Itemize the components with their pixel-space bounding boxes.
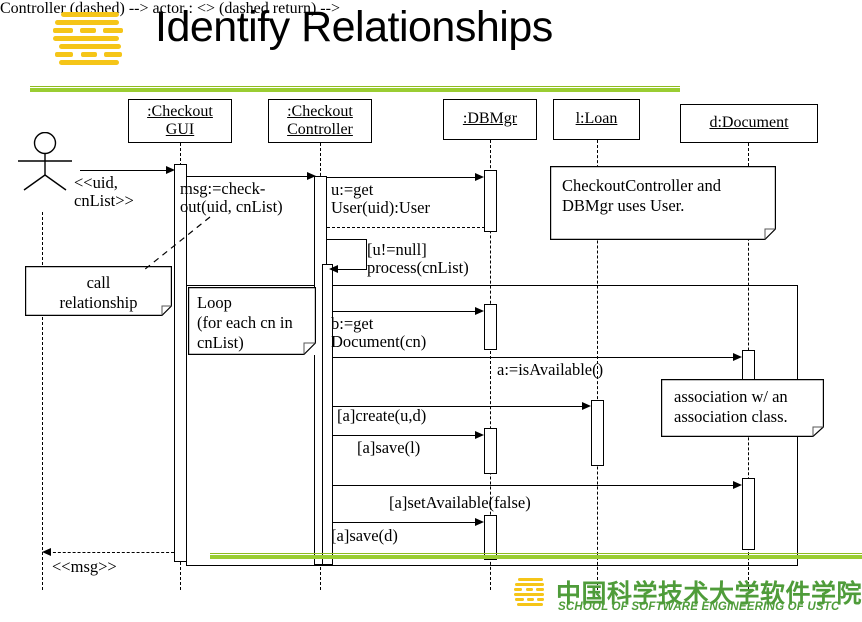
top-divider	[30, 86, 680, 92]
activation-dbmgr-get-document	[484, 304, 497, 350]
activation-loan-create	[591, 400, 604, 466]
message-arrowhead-get-document	[475, 306, 484, 315]
message-label-save-loan: [a]save(l)	[357, 438, 421, 457]
lifeline-label-controller-2: Controller	[287, 121, 353, 138]
activation-controller-nested	[322, 264, 333, 565]
activation-dbmgr-get-user	[484, 170, 497, 232]
note-association-class[interactable]: association w/ an association class.	[661, 379, 824, 437]
message-arrowhead-is-available	[733, 352, 742, 361]
note-text-call-relationship: call relationship	[59, 273, 138, 312]
message-label-uid-cnlist: <<uid, cnList>>	[74, 173, 134, 211]
message-line-get-user	[327, 177, 477, 178]
message-label-process: [u!=null] process(cnList)	[367, 240, 469, 278]
message-label-save-document: [a]save(d)	[331, 526, 398, 545]
message-arrowhead-create-loan	[582, 401, 591, 410]
message-label-create-loan: [a]create(u,d)	[337, 406, 427, 425]
lifeline-header-dbmgr[interactable]: :DBMgr	[443, 99, 537, 140]
message-arrowhead-process	[329, 264, 338, 273]
message-label-msg-return: <<msg>>	[52, 557, 117, 576]
note-connector-call-relationship	[143, 216, 211, 271]
lifeline-header-controller[interactable]: :Checkout Controller	[268, 99, 372, 143]
note-text-association-class: association w/ an association class.	[674, 387, 788, 426]
message-label-checkout: msg:=check- out(uid, cnList)	[180, 179, 283, 217]
message-label-get-document: b:=get Document(cn)	[331, 314, 427, 352]
lifeline-label-dbmgr: :DBMgr	[462, 110, 518, 128]
ustc-sse-logo-icon	[53, 12, 123, 65]
slide-title-bar: Identify Relationships	[0, 0, 862, 80]
message-arrowhead-set-available	[733, 480, 742, 489]
note-text-loop-condition: Loop (for each cn in cnList)	[197, 293, 293, 352]
message-line-save-loan	[333, 435, 477, 436]
message-arrowhead-save-loan	[475, 430, 484, 439]
message-line-get-user-return	[327, 227, 485, 228]
message-label-set-available: [a]setAvailable(false)	[389, 493, 531, 512]
lifeline-header-loan[interactable]: l:Loan	[553, 99, 640, 140]
lifeline-label-loan: l:Loan	[575, 110, 618, 128]
message-arrowhead-checkout	[307, 171, 316, 180]
footer-english-text: SCHOOL OF SOFTWARE ENGINEERING OF USTC	[558, 601, 840, 613]
lifeline-header-document[interactable]: d:Document	[680, 104, 818, 143]
message-label-is-available: a:=isAvailable()	[497, 360, 604, 379]
message-label-get-user: u:=get User(uid):User	[331, 180, 430, 218]
message-line-get-document	[333, 311, 477, 312]
lifeline-label-gui-1: :Checkout	[147, 102, 213, 120]
bottom-divider	[210, 553, 862, 559]
footer-ustc-sse-logo-icon	[514, 578, 544, 606]
lifeline-label-document: d:Document	[709, 114, 789, 132]
message-line-uid-cnlist	[80, 170, 168, 171]
message-line-is-available	[333, 357, 735, 358]
message-line-msg-return	[48, 552, 174, 553]
slide-canvas: Identify Relationships :Checkout GUI :Ch…	[0, 0, 862, 622]
selfcall-line-top	[327, 239, 367, 241]
lifeline-header-gui[interactable]: :Checkout GUI	[128, 99, 232, 143]
message-line-set-available	[333, 485, 735, 486]
actor-stick-figure-icon[interactable]	[10, 132, 80, 192]
message-arrowhead-msg-return	[42, 547, 51, 556]
message-line-save-document	[333, 522, 477, 523]
message-arrowhead-uid-cnlist	[166, 165, 175, 174]
activation-document-set-available	[742, 478, 755, 550]
message-arrowhead-save-document	[475, 517, 484, 526]
message-arrowhead-get-user	[475, 172, 484, 181]
message-line-checkout	[187, 176, 309, 177]
note-text-controller-dbmgr-uses-user: CheckoutController and DBMgr uses User.	[562, 176, 722, 215]
page-title: Identify Relationships	[155, 3, 553, 51]
lifeline-label-controller-1: :Checkout	[287, 102, 353, 120]
note-controller-dbmgr-uses-user[interactable]: CheckoutController and DBMgr uses User.	[550, 166, 776, 240]
lifeline-label-gui-2: GUI	[165, 121, 195, 138]
selfcall-line-bottom	[335, 269, 367, 271]
note-loop-condition[interactable]: Loop (for each cn in cnList)	[188, 287, 316, 355]
